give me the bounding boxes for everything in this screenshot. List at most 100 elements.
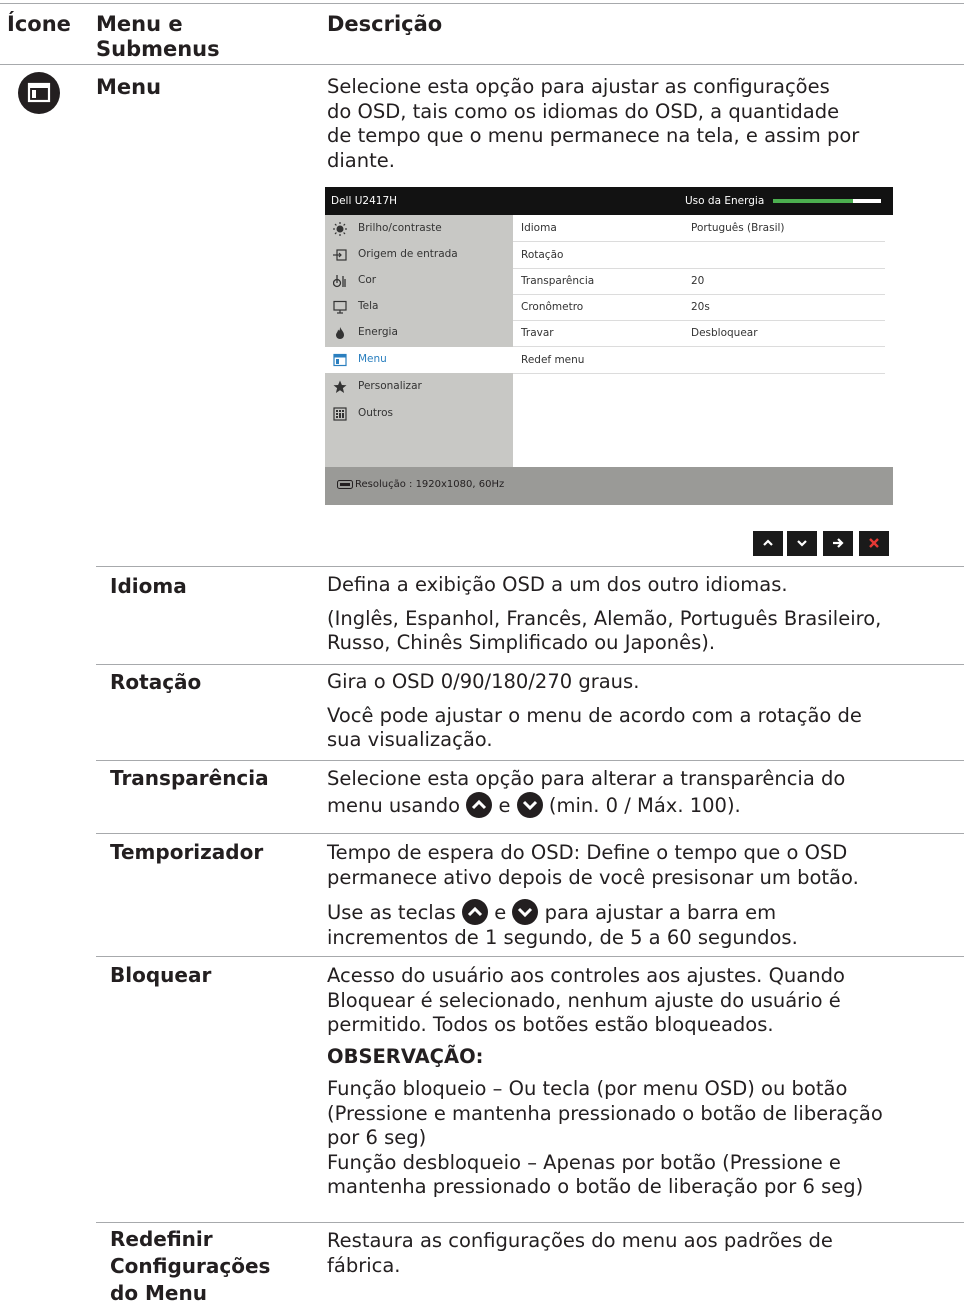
row-desc-line: incrementos de 1 segundo, de 5 a 60 segu… <box>327 925 798 949</box>
osd-menu-item-label: Menu <box>358 353 387 365</box>
row-label-line: Configurações <box>110 1254 271 1278</box>
row-divider <box>96 1222 964 1223</box>
osd-setting-row-reset-menu[interactable]: Redef menu <box>513 347 885 374</box>
row-label-rotacao: Rotação <box>110 670 202 694</box>
row-desc-line: Restaura as configurações do menu aos pa… <box>327 1229 833 1252</box>
row-label-temporizador: Temporizador <box>110 840 264 864</box>
osd-exit-button[interactable] <box>859 531 889 556</box>
display-icon <box>333 300 347 314</box>
osd-menu-item-label: Cor <box>358 274 377 286</box>
row-desc-line-with-icons: menu usando e (min. 0 / Máx. 100). <box>327 791 957 819</box>
osd-status-bar: Resolução : 1920x1080, 60Hz <box>325 467 893 505</box>
osd-energy-label: Uso da Energia <box>685 195 765 207</box>
row-divider <box>96 760 964 761</box>
osd-menu-list: Brilho/contraste Origem de entrada Cor T… <box>325 215 513 467</box>
note-line: mantenha pressionado o botão de liberaçã… <box>327 1175 864 1198</box>
osd-setting-key: Idioma <box>521 222 557 234</box>
note-line: (Pressione e mantenha pressionado o botã… <box>327 1101 883 1125</box>
menu-icon <box>18 72 60 114</box>
menu-description-line: diante. <box>327 148 395 172</box>
note-title: OBSERVAÇÃO: <box>327 1044 484 1068</box>
row-desc-text: e <box>498 793 511 817</box>
row-desc-text: para ajustar a barra em <box>544 901 777 924</box>
row-label-transparencia: Transparência <box>110 766 269 790</box>
color-icon <box>333 275 346 288</box>
row-label-line: do Menu <box>110 1281 207 1305</box>
right-arrow-icon <box>833 538 844 548</box>
column-header-icon: Ícone <box>7 12 71 36</box>
osd-menu-item-energy[interactable]: Energia <box>325 320 513 346</box>
row-desc-line: Defina a exibição OSD a um dos outro idi… <box>327 573 788 596</box>
row-desc-bloquear: Acesso do usuário aos controles aos ajus… <box>327 964 957 1200</box>
row-desc-idioma: Defina a exibição OSD a um dos outro idi… <box>327 573 957 656</box>
row-desc-line: Acesso do usuário aos controles aos ajus… <box>327 964 845 987</box>
osd-enter-button[interactable] <box>823 531 853 556</box>
brightness-icon <box>333 222 347 236</box>
down-button-icon <box>516 791 543 818</box>
osd-settings-panel: Idioma Português (Brasil) Rotação Transp… <box>513 215 893 467</box>
row-desc-line: permitido. Todos os botões estão bloquea… <box>327 1013 774 1036</box>
up-button-icon <box>462 899 489 925</box>
osd-down-button[interactable] <box>787 531 817 556</box>
osd-up-button[interactable] <box>753 531 783 556</box>
column-header-menu-line2: Submenus <box>96 37 220 61</box>
osd-menu-item-menu[interactable]: Menu <box>325 347 513 373</box>
menu-description-line: Selecione esta opção para ajustar as con… <box>327 75 830 98</box>
osd-menu-item-label: Outros <box>358 407 394 419</box>
osd-menu-item-color[interactable]: Cor <box>325 268 513 294</box>
row-label-redefinir: Redefinir Configurações do Menu <box>110 1226 270 1307</box>
row-desc-line: Selecione esta opção para alterar a tran… <box>327 767 846 790</box>
osd-setting-row-rotation[interactable]: Rotação <box>513 242 885 269</box>
row-desc-rotacao: Gira o OSD 0/90/180/270 graus. Você pode… <box>327 670 957 753</box>
row-desc-temporizador: Tempo de espera do OSD: Define o tempo q… <box>327 841 957 950</box>
osd-menu-item-input-source[interactable]: Origem de entrada <box>325 242 513 268</box>
osd-title-bar: Dell U2417H Uso da Energia <box>325 187 893 215</box>
osd-setting-key: Redef menu <box>521 354 585 366</box>
osd-model-name: Dell U2417H <box>331 195 398 207</box>
osd-setting-value: Português (Brasil) <box>691 222 785 234</box>
osd-setting-row-lock[interactable]: Travar Desbloquear <box>513 320 885 347</box>
note-line: por 6 seg) <box>327 1126 427 1149</box>
input-source-icon <box>333 249 347 261</box>
osd-resolution-text: Resolução : 1920x1080, 60Hz <box>355 479 505 490</box>
row-desc-line: Tempo de espera do OSD: Define o tempo q… <box>327 841 848 864</box>
osd-setting-row-transparency[interactable]: Transparência 20 <box>513 268 885 295</box>
row-desc-line: permanece ativo depois de você presisona… <box>327 865 859 889</box>
close-icon <box>869 538 879 548</box>
menu-description-line: do OSD, tais como os idiomas do OSD, a q… <box>327 99 840 123</box>
osd-menu-item-personalize[interactable]: Personalizar <box>325 374 513 400</box>
row-desc-text: menu usando <box>327 793 461 817</box>
osd-setting-row-timer[interactable]: Cronômetro 20s <box>513 294 885 321</box>
row-divider <box>96 833 964 834</box>
osd-energy-bar-fill <box>773 199 853 203</box>
column-header-menu-line1: Menu e <box>96 12 183 36</box>
row-desc-line: Gira o OSD 0/90/180/270 graus. <box>327 670 640 693</box>
menu-description: Selecione esta opção para ajustar as con… <box>327 75 947 173</box>
osd-energy-bar <box>773 199 881 203</box>
others-icon <box>333 407 347 421</box>
osd-menu-item-brightness[interactable]: Brilho/contraste <box>325 216 513 242</box>
osd-setting-row-language[interactable]: Idioma Português (Brasil) <box>513 215 885 242</box>
row-desc-line-with-icons: Use as teclas e para ajustar a barra em <box>327 899 957 926</box>
star-icon <box>333 380 347 393</box>
osd-menu-item-label: Origem de entrada <box>358 248 458 260</box>
row-desc-line: sua visualização. <box>327 728 493 751</box>
note-line: Função bloqueio – Ou tecla (por menu OSD… <box>327 1077 848 1100</box>
row-divider <box>96 566 964 567</box>
menu-title: Menu <box>96 75 162 99</box>
row-label-idioma: Idioma <box>110 574 187 598</box>
osd-menu-item-others[interactable]: Outros <box>325 401 513 427</box>
header-top-rule <box>0 3 964 4</box>
down-icon <box>797 540 807 547</box>
osd-menu-item-label: Brilho/contraste <box>358 222 442 234</box>
header-bottom-rule <box>0 64 964 65</box>
column-header-description: Descrição <box>327 12 443 36</box>
osd-menu-item-display[interactable]: Tela <box>325 294 513 320</box>
row-desc-redefinir: Restaura as configurações do menu aos pa… <box>327 1229 957 1278</box>
osd-setting-value: 20 <box>691 275 705 287</box>
video-connector-icon <box>337 480 353 489</box>
menu-description-line: de tempo que o menu permanece na tela, e… <box>327 124 860 147</box>
row-label-bloquear: Bloquear <box>110 963 212 987</box>
row-desc-line: (Inglês, Espanhol, Francês, Alemão, Port… <box>327 606 882 630</box>
energy-icon <box>336 327 344 339</box>
